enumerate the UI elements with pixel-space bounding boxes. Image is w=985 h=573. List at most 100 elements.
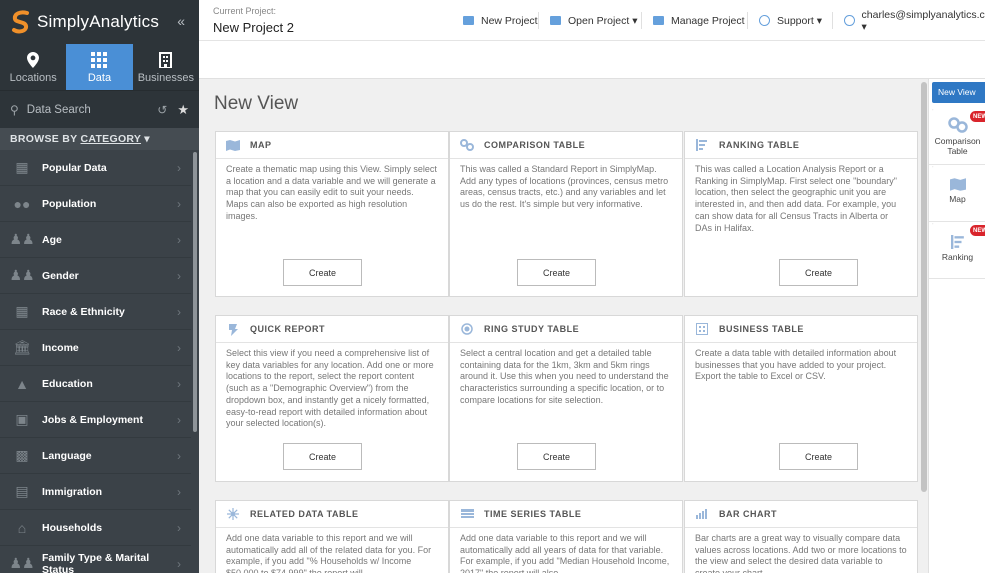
briefcase-icon: ▣ — [15, 411, 29, 427]
category-item[interactable]: ▦ Race & Ethnicity › — [0, 294, 191, 330]
chevron-right-icon: › — [177, 484, 181, 499]
sub-toolbar — [199, 41, 985, 79]
view-tab-map[interactable]: ˙ Map — [929, 166, 985, 222]
data-search-input[interactable]: Data Search — [27, 104, 157, 116]
view-tab-comparison-table[interactable]: ˙ NEW Comparison Table — [929, 109, 985, 165]
category-item[interactable]: ⌂ Households › — [0, 510, 191, 546]
new-badge: NEW — [970, 111, 985, 122]
category-item[interactable]: ▲ Education › — [0, 366, 191, 402]
tab-data[interactable]: Data — [66, 44, 133, 90]
category-item[interactable]: ●● Population › — [0, 186, 191, 222]
card-title: BAR CHART — [719, 509, 777, 519]
view-card-ring-study-table[interactable]: RING STUDY TABLE Select a central locati… — [449, 315, 683, 482]
new-project-label: New Project — [481, 14, 538, 27]
card-description: Add one data variable to this report and… — [460, 533, 670, 573]
view-card-business-table[interactable]: BUSINESS TABLE Create a data table with … — [684, 315, 918, 482]
category-item[interactable]: ▦ Popular Data › — [0, 150, 191, 186]
new-view-button[interactable]: New View — [932, 82, 985, 103]
view-tab-label: Map — [949, 194, 966, 204]
support-button[interactable]: Support ▾ — [747, 0, 822, 41]
open-project-button[interactable]: Open Project ▾ — [538, 0, 637, 41]
race-ethnicity-icon: ▦ — [15, 303, 29, 319]
divider — [747, 12, 748, 29]
card-title: RELATED DATA TABLE — [250, 509, 359, 519]
app-logo-text: SimplyAnalytics — [37, 12, 160, 31]
collapse-sidebar-icon[interactable]: « — [177, 13, 185, 29]
card-header: COMPARISON TABLE — [450, 132, 682, 159]
tab-indicator: ˙ — [932, 167, 935, 174]
view-tab-ranking[interactable]: ˙ NEW Ranking — [929, 223, 985, 279]
category-label: Immigration — [42, 485, 103, 498]
card-description: This was called a Standard Report in Sim… — [460, 164, 669, 210]
sidebar-tabs: Locations Data Businesses — [0, 44, 199, 90]
user-menu-button[interactable]: charles@simplyanalytics.com ▾ — [832, 0, 985, 41]
education-icon: ▲ — [15, 375, 29, 392]
card-title: TIME SERIES TABLE — [484, 509, 582, 519]
income-icon: 🏛 — [13, 339, 31, 355]
category-item[interactable]: ♟♟ Family Type & Marital Status › — [0, 546, 191, 573]
category-label: Language — [42, 449, 92, 462]
immigration-icon: ▤ — [15, 483, 29, 499]
user-email: charles@simplyanalytics.com ▾ — [861, 8, 985, 33]
population-icon: ●● — [13, 195, 31, 212]
create-button[interactable]: Create — [517, 259, 596, 286]
create-button[interactable]: Create — [779, 259, 858, 286]
folder-plus-icon — [463, 16, 474, 25]
divider — [538, 12, 539, 29]
category-label: Education — [42, 377, 93, 390]
view-card-quick-report[interactable]: QUICK REPORT Select this view if you nee… — [215, 315, 449, 482]
main-scrollbar-thumb[interactable] — [921, 82, 927, 492]
time-series-icon — [460, 508, 474, 520]
view-card-ranking-table[interactable]: RANKING TABLE This was called a Location… — [684, 131, 918, 297]
tab-locations[interactable]: Locations — [0, 44, 66, 90]
view-card-time-series-table[interactable]: TIME SERIES TABLE Add one data variable … — [449, 500, 683, 573]
view-card-comparison-table[interactable]: COMPARISON TABLE This was called a Stand… — [449, 131, 683, 297]
data-grid-icon — [91, 50, 108, 70]
main-content: New View MAP Create a thematic map using… — [199, 79, 920, 573]
chevron-right-icon: › — [177, 268, 181, 283]
category-label: Jobs & Employment — [42, 413, 143, 426]
category-item[interactable]: ▩ Language › — [0, 438, 191, 474]
view-card-map[interactable]: MAP Create a thematic map using this Vie… — [215, 131, 449, 297]
category-item[interactable]: ▣ Jobs & Employment › — [0, 402, 191, 438]
tab-businesses[interactable]: Businesses — [133, 44, 199, 90]
manage-project-button[interactable]: Manage Project — [641, 0, 745, 41]
family-icon: ♟♟ — [9, 555, 35, 571]
category-item[interactable]: 🏛 Income › — [0, 330, 191, 366]
view-card-bar-chart[interactable]: BAR CHART Bar charts are a great way to … — [684, 500, 918, 573]
category-label: Race & Ethnicity — [42, 305, 125, 318]
favorites-star-icon[interactable]: ★ — [177, 102, 189, 118]
category-item[interactable]: ♟♟ Gender › — [0, 258, 191, 294]
building-icon — [159, 50, 173, 70]
logo-icon — [12, 10, 29, 34]
browse-by-category[interactable]: BROWSE BY CATEGORY ▾ — [0, 128, 199, 150]
quick-report-icon — [226, 323, 240, 336]
browse-category-link[interactable]: CATEGORY — [80, 133, 141, 145]
ring-study-icon — [460, 323, 474, 335]
map-icon — [226, 139, 240, 151]
top-bar: Current Project: New Project 2 New Proje… — [199, 0, 985, 41]
card-description: Select this view if you need a comprehen… — [226, 348, 434, 429]
create-button[interactable]: Create — [779, 443, 858, 470]
create-button[interactable]: Create — [283, 259, 362, 286]
sidebar-header: SimplyAnalytics « — [0, 0, 199, 44]
category-item[interactable]: ▤ Immigration › — [0, 474, 191, 510]
sidebar-scrollbar[interactable] — [191, 150, 199, 573]
tab-indicator: ˙ — [932, 224, 935, 231]
create-button[interactable]: Create — [283, 443, 362, 470]
category-item[interactable]: ♟♟ Age › — [0, 222, 191, 258]
new-project-button[interactable]: New Project — [463, 0, 538, 41]
sidebar-scrollbar-thumb[interactable] — [193, 152, 197, 432]
history-icon[interactable]: ↺ — [157, 103, 167, 117]
main-scrollbar[interactable] — [920, 79, 928, 573]
card-description: Create a data table with detailed inform… — [695, 348, 897, 382]
category-label: Gender — [42, 269, 79, 282]
card-title: RANKING TABLE — [719, 140, 800, 150]
tab-locations-label: Locations — [9, 72, 57, 84]
bar-chart-icon — [695, 508, 709, 520]
data-search-bar[interactable]: ⚲ Data Search ↺ ★ — [0, 90, 199, 128]
card-title: MAP — [250, 140, 272, 150]
create-button[interactable]: Create — [517, 443, 596, 470]
card-header: RANKING TABLE — [685, 132, 917, 159]
view-card-related-data-table[interactable]: RELATED DATA TABLE Add one data variable… — [215, 500, 449, 573]
